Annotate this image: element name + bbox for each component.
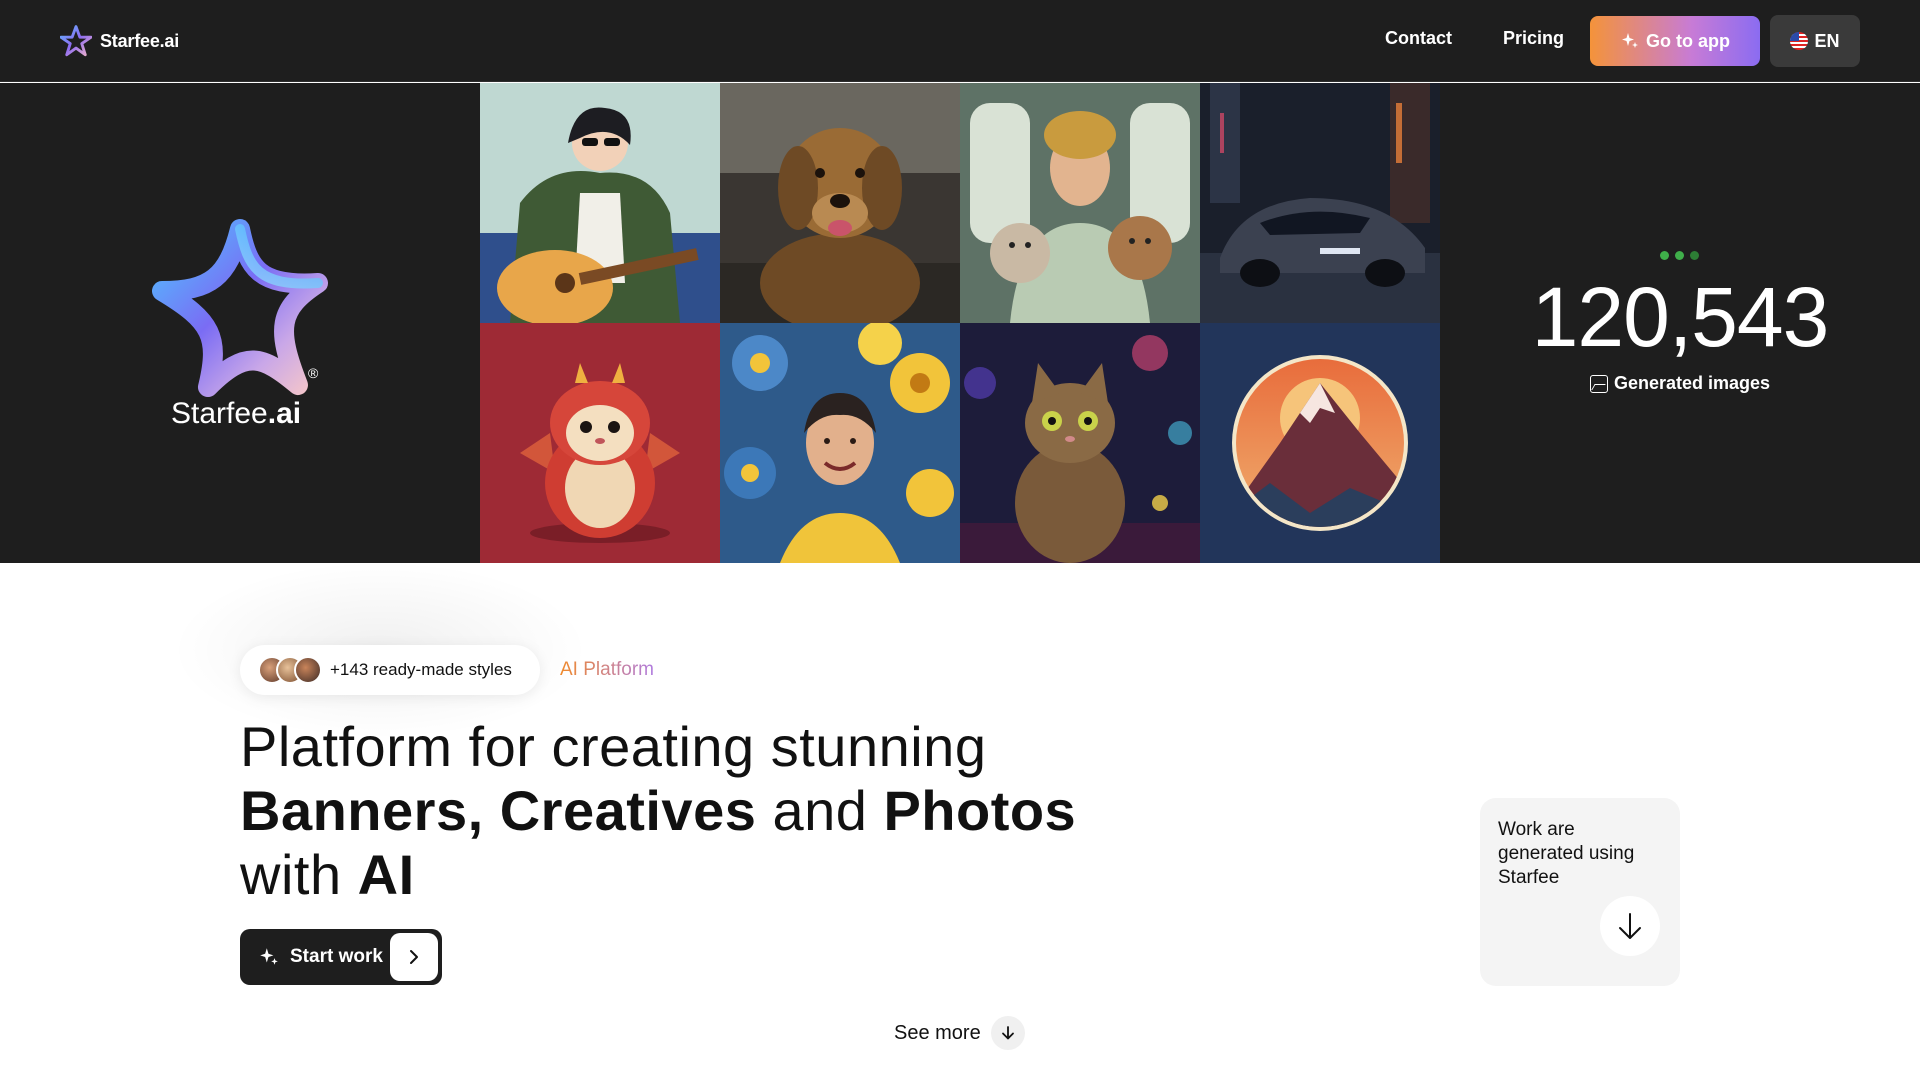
language-selector[interactable]: EN bbox=[1770, 15, 1860, 67]
avatar bbox=[294, 656, 322, 684]
styles-badge-label: +143 ready-made styles bbox=[330, 660, 512, 679]
chevron-right-icon bbox=[390, 933, 438, 981]
concept-car-image bbox=[1200, 83, 1440, 323]
hero-brand-suffix: .ai bbox=[267, 397, 302, 430]
gallery-tile-mountain-emblem[interactable] bbox=[1200, 323, 1440, 563]
woman-with-cats-image bbox=[960, 83, 1200, 323]
gallery-tile-hamster-dragon[interactable] bbox=[480, 323, 720, 563]
image-icon bbox=[1589, 374, 1608, 393]
arrow-down-icon bbox=[990, 1016, 1025, 1050]
gallery-tile-woman-with-flowers[interactable] bbox=[720, 323, 960, 563]
hero-brand-word: Starfee bbox=[171, 397, 268, 430]
start-work-button[interactable]: Start work bbox=[240, 929, 442, 985]
headline-creatives: Creatives bbox=[499, 779, 757, 842]
top-nav: Starfee.ai Contact Pricing Go to app EN bbox=[0, 0, 1920, 82]
mountain-emblem-image bbox=[1200, 323, 1440, 563]
headline-photos: Photos bbox=[883, 779, 1077, 842]
headline-line1: Platform for creating stunning bbox=[240, 715, 987, 778]
generated-label-row: Generated images bbox=[1500, 373, 1860, 394]
work-card-text: Work are generated using Starfee bbox=[1498, 819, 1635, 888]
us-flag-icon bbox=[1790, 32, 1809, 50]
language-label: EN bbox=[1814, 30, 1840, 51]
headline-with: with bbox=[240, 843, 342, 906]
loading-dots-icon bbox=[1660, 251, 1699, 260]
brand-logo[interactable]: Starfee.ai bbox=[60, 24, 179, 58]
headline-and: and bbox=[772, 779, 868, 842]
gallery-tile-woman-with-cats[interactable] bbox=[960, 83, 1200, 323]
gallery-tile-golden-retriever[interactable] bbox=[720, 83, 960, 323]
ai-platform-tag: AI Platform bbox=[560, 659, 654, 680]
guitar-player-image bbox=[480, 83, 720, 323]
generated-count: 120,543 bbox=[1531, 270, 1830, 364]
star-logo-icon bbox=[60, 25, 92, 57]
sparkle-icon bbox=[1622, 33, 1638, 48]
hero-banner: ® Starfee.ai 120,543 Generated images bbox=[0, 83, 1920, 563]
start-work-label: Start work bbox=[290, 946, 383, 967]
headline-banners: Banners, bbox=[240, 779, 484, 842]
arrow-down-icon[interactable] bbox=[1600, 896, 1660, 956]
sparkle-icon bbox=[260, 948, 278, 965]
brand-name: Starfee.ai bbox=[100, 30, 180, 51]
hero-headline: Platform for creating stunning Banners, … bbox=[240, 715, 1076, 907]
style-avatars bbox=[258, 656, 324, 684]
nav-pricing-link[interactable]: Pricing bbox=[1503, 28, 1564, 49]
see-more-link[interactable]: See more bbox=[894, 1016, 1025, 1050]
starfee-star-logo-icon bbox=[152, 219, 328, 397]
hero-brand-name: Starfee.ai bbox=[171, 397, 301, 431]
go-to-app-button[interactable]: Go to app bbox=[1590, 16, 1760, 66]
gallery-tile-guitar-player[interactable] bbox=[480, 83, 720, 323]
woman-with-flowers-image bbox=[720, 323, 960, 563]
golden-retriever-image bbox=[720, 83, 960, 323]
generated-label: Generated images bbox=[1613, 373, 1771, 393]
hamster-dragon-image bbox=[480, 323, 720, 563]
work-generated-card: Work are generated using Starfee bbox=[1480, 798, 1680, 986]
see-more-label: See more bbox=[894, 1021, 981, 1044]
generated-images-counter: 120,543 Generated images bbox=[1500, 83, 1860, 563]
generated-gallery bbox=[480, 83, 1440, 563]
gallery-tile-concept-car[interactable] bbox=[1200, 83, 1440, 323]
registered-mark: ® bbox=[308, 365, 319, 381]
go-to-app-label: Go to app bbox=[1646, 30, 1730, 51]
gallery-tile-kitten[interactable] bbox=[960, 323, 1200, 563]
ready-made-styles-badge[interactable]: +143 ready-made styles bbox=[240, 645, 540, 695]
kitten-image bbox=[960, 323, 1200, 563]
nav-contact-link[interactable]: Contact bbox=[1385, 28, 1452, 49]
headline-ai: AI bbox=[357, 843, 415, 906]
